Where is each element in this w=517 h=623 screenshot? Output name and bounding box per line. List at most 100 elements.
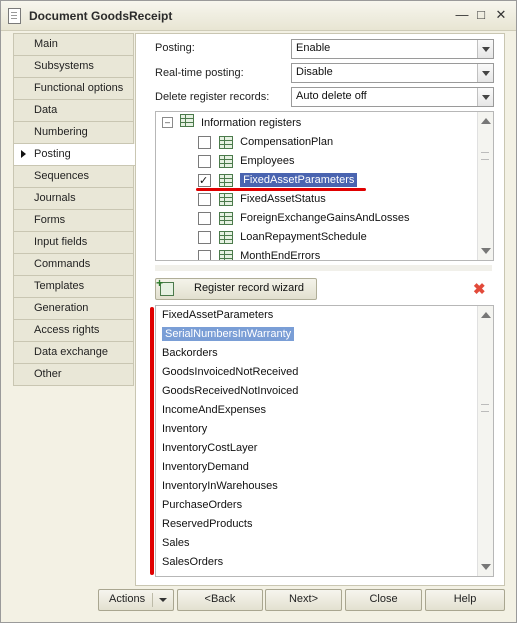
sidebar-item-label: Templates <box>34 280 85 292</box>
register-record-wizard-button[interactable]: Register record wizard <box>155 276 317 300</box>
posting-label: Posting: <box>155 42 195 54</box>
list-item[interactable]: InventoryInWarehouses <box>162 477 278 496</box>
sidebar: Main Subsystems Functional options Data … <box>13 33 150 386</box>
checkbox[interactable] <box>198 192 211 206</box>
list-item[interactable]: GoodsInvoicedNotReceived <box>162 363 298 382</box>
actions-label: Actions <box>109 593 146 605</box>
close-button[interactable]: Close <box>345 589 422 611</box>
list-item[interactable]: PurchaseOrders <box>162 496 242 515</box>
list-item[interactable]: InventoryDemand <box>162 458 249 477</box>
tree-scrollbar[interactable] <box>477 112 493 260</box>
list-item-label: SerialNumbersInWarranty <box>162 327 295 341</box>
sidebar-item-input-fields[interactable]: Input fields <box>13 232 134 254</box>
checkbox-checked[interactable] <box>198 172 211 191</box>
sidebar-item-data-exchange[interactable]: Data exchange <box>13 342 134 364</box>
back-button[interactable]: <Back <box>177 589 263 611</box>
scroll-up-icon[interactable] <box>481 118 491 124</box>
sidebar-item-label: Commands <box>34 258 91 270</box>
tree-item[interactable]: CompensationPlan <box>198 133 333 152</box>
delete-records-select[interactable]: Auto delete off <box>291 87 494 107</box>
realtime-posting-select[interactable]: Disable <box>291 63 494 83</box>
maximize-icon[interactable]: □ <box>473 7 489 23</box>
list-item[interactable]: GoodsReceivedNotInvoiced <box>162 382 298 401</box>
next-button[interactable]: Next> <box>265 589 342 611</box>
register-tree[interactable]: – Information registers CompensationPlan… <box>155 111 494 261</box>
sidebar-item-other[interactable]: Other <box>13 364 134 386</box>
wizard-label: Register record wizard <box>194 282 305 294</box>
records-scrollbar[interactable] <box>477 306 493 576</box>
document-icon <box>8 8 21 24</box>
list-item[interactable]: IncomeAndExpenses <box>162 401 266 420</box>
highlight-bar <box>150 307 154 575</box>
list-item[interactable]: Backorders <box>162 344 218 363</box>
list-item[interactable]: ReservedProducts <box>162 515 253 534</box>
tree-item[interactable]: FixedAssetStatus <box>198 190 326 209</box>
chevron-down-icon[interactable] <box>159 598 167 602</box>
checkbox[interactable] <box>198 211 211 225</box>
list-item[interactable]: InventoryCostLayer <box>162 439 257 458</box>
table-icon <box>219 173 234 187</box>
list-item[interactable]: FixedAssetParameters <box>162 306 273 325</box>
scroll-down-icon[interactable] <box>481 564 491 570</box>
help-button[interactable]: Help <box>425 589 505 611</box>
list-item-selected[interactable]: SerialNumbersInWarranty <box>162 325 295 344</box>
collapse-icon[interactable]: – <box>162 117 173 128</box>
tree-item-label: MonthEndErrors <box>240 250 321 261</box>
list-item[interactable]: Sales <box>162 534 190 553</box>
scroll-down-icon[interactable] <box>481 248 491 254</box>
sidebar-item-generation[interactable]: Generation <box>13 298 134 320</box>
register-records-list[interactable]: FixedAssetParameters SerialNumbersInWarr… <box>155 305 494 577</box>
current-arrow-icon <box>21 150 26 158</box>
tree-item-label: FixedAssetParameters <box>240 173 358 187</box>
checkbox[interactable] <box>198 230 211 244</box>
window-title: Document GoodsReceipt <box>29 9 173 23</box>
table-icon <box>180 114 194 127</box>
sidebar-item-journals[interactable]: Journals <box>13 188 134 210</box>
sidebar-item-sequences[interactable]: Sequences <box>13 166 134 188</box>
sidebar-item-label: Journals <box>34 192 76 204</box>
sidebar-item-numbering[interactable]: Numbering <box>13 122 134 144</box>
sidebar-item-forms[interactable]: Forms <box>13 210 134 232</box>
sidebar-item-label: Forms <box>34 214 66 226</box>
checkbox[interactable] <box>198 135 211 149</box>
table-icon <box>219 230 234 244</box>
splitter[interactable] <box>155 265 492 271</box>
chevron-down-icon[interactable] <box>477 88 493 106</box>
tree-item[interactable]: Employees <box>198 152 295 171</box>
scroll-thumb[interactable] <box>481 152 489 160</box>
sidebar-item-functional-options[interactable]: Functional options <box>13 78 134 100</box>
tree-item[interactable]: MonthEndErrors <box>198 247 321 261</box>
sidebar-item-commands[interactable]: Commands <box>13 254 134 276</box>
realtime-posting-value: Disable <box>296 66 333 78</box>
sidebar-item-label: Subsystems <box>34 60 94 72</box>
posting-value: Enable <box>296 42 331 54</box>
scroll-up-icon[interactable] <box>481 312 491 318</box>
sidebar-item-data[interactable]: Data <box>13 100 134 122</box>
add-register-icon <box>156 276 174 296</box>
minimize-icon[interactable]: — <box>454 7 470 23</box>
actions-button[interactable]: Actions <box>98 589 174 611</box>
sidebar-item-label: Numbering <box>34 126 88 138</box>
table-icon <box>219 135 234 149</box>
sidebar-item-label: Data exchange <box>34 346 108 358</box>
checkbox[interactable] <box>198 249 211 260</box>
list-item[interactable]: Inventory <box>162 420 207 439</box>
delete-icon[interactable]: ✖ <box>473 280 486 298</box>
sidebar-item-label: Sequences <box>34 170 90 182</box>
posting-select[interactable]: Enable <box>291 39 494 59</box>
chevron-down-icon[interactable] <box>477 40 493 58</box>
list-item[interactable]: SalesOrders <box>162 553 223 572</box>
table-icon <box>219 154 234 168</box>
sidebar-item-main[interactable]: Main <box>13 33 134 56</box>
sidebar-item-label: Main <box>34 38 58 50</box>
chevron-down-icon[interactable] <box>477 64 493 82</box>
sidebar-item-posting[interactable]: Posting <box>13 144 150 166</box>
sidebar-item-subsystems[interactable]: Subsystems <box>13 56 134 78</box>
scroll-thumb[interactable] <box>481 404 489 412</box>
close-icon[interactable]: ✕ <box>493 7 509 23</box>
sidebar-item-templates[interactable]: Templates <box>13 276 134 298</box>
checkbox[interactable] <box>198 154 211 168</box>
tree-item[interactable]: ForeignExchangeGainsAndLosses <box>198 209 410 228</box>
tree-item[interactable]: LoanRepaymentSchedule <box>198 228 367 247</box>
sidebar-item-access-rights[interactable]: Access rights <box>13 320 134 342</box>
